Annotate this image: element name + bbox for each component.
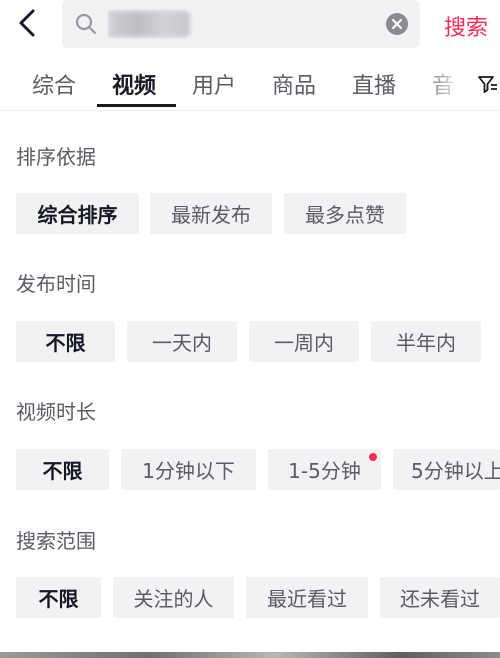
tab-users[interactable]: 用户 [192,68,236,100]
top-bar: 搜索 [0,0,500,50]
duration-any[interactable]: 不限 [16,449,109,490]
sort-by-title: 排序依据 [16,145,96,169]
tab-video[interactable]: 视频 [112,68,156,100]
video-duration-title: 视频时长 [16,400,96,424]
duration-1-5-min[interactable]: 1-5分钟 [268,449,381,490]
scope-not-viewed[interactable]: 还未看过 [380,577,500,618]
publish-time-one-week[interactable]: 一周内 [249,321,359,362]
content-preview-strip [0,652,500,658]
tab-live[interactable]: 直播 [352,68,396,100]
duration-1-5-min-label: 1-5分钟 [288,459,361,483]
tab-products[interactable]: 商品 [272,68,316,100]
sort-option-comprehensive[interactable]: 综合排序 [16,193,139,234]
sort-option-most-liked[interactable]: 最多点赞 [284,193,406,234]
filter-icon[interactable] [476,72,500,96]
new-badge-dot [369,453,377,461]
search-button[interactable]: 搜索 [444,10,488,42]
search-icon [75,13,97,35]
search-scope-title: 搜索范围 [16,529,96,553]
sort-option-latest[interactable]: 最新发布 [150,193,272,234]
tab-comprehensive[interactable]: 综合 [32,68,76,100]
close-icon [392,19,402,29]
tab-music[interactable]: 音 [432,68,454,100]
back-button[interactable] [14,6,42,40]
search-input[interactable] [108,10,186,38]
tabs-divider [0,110,500,111]
clear-search-button[interactable] [386,13,408,35]
publish-time-half-year[interactable]: 半年内 [371,321,481,362]
duration-over-5-min[interactable]: 5分钟以上 [393,449,500,490]
active-tab-indicator [97,104,176,107]
search-box[interactable] [62,0,420,48]
scope-recently-viewed[interactable]: 最近看过 [246,577,368,618]
scope-any[interactable]: 不限 [16,577,101,618]
publish-time-title: 发布时间 [16,272,96,296]
scope-following[interactable]: 关注的人 [113,577,234,618]
publish-time-any[interactable]: 不限 [16,321,115,362]
chevron-left-icon [19,9,35,37]
category-tabs: 综合 视频 用户 商品 直播 音 [0,58,500,110]
publish-time-one-day[interactable]: 一天内 [127,321,237,362]
duration-under-1-min[interactable]: 1分钟以下 [121,449,256,490]
